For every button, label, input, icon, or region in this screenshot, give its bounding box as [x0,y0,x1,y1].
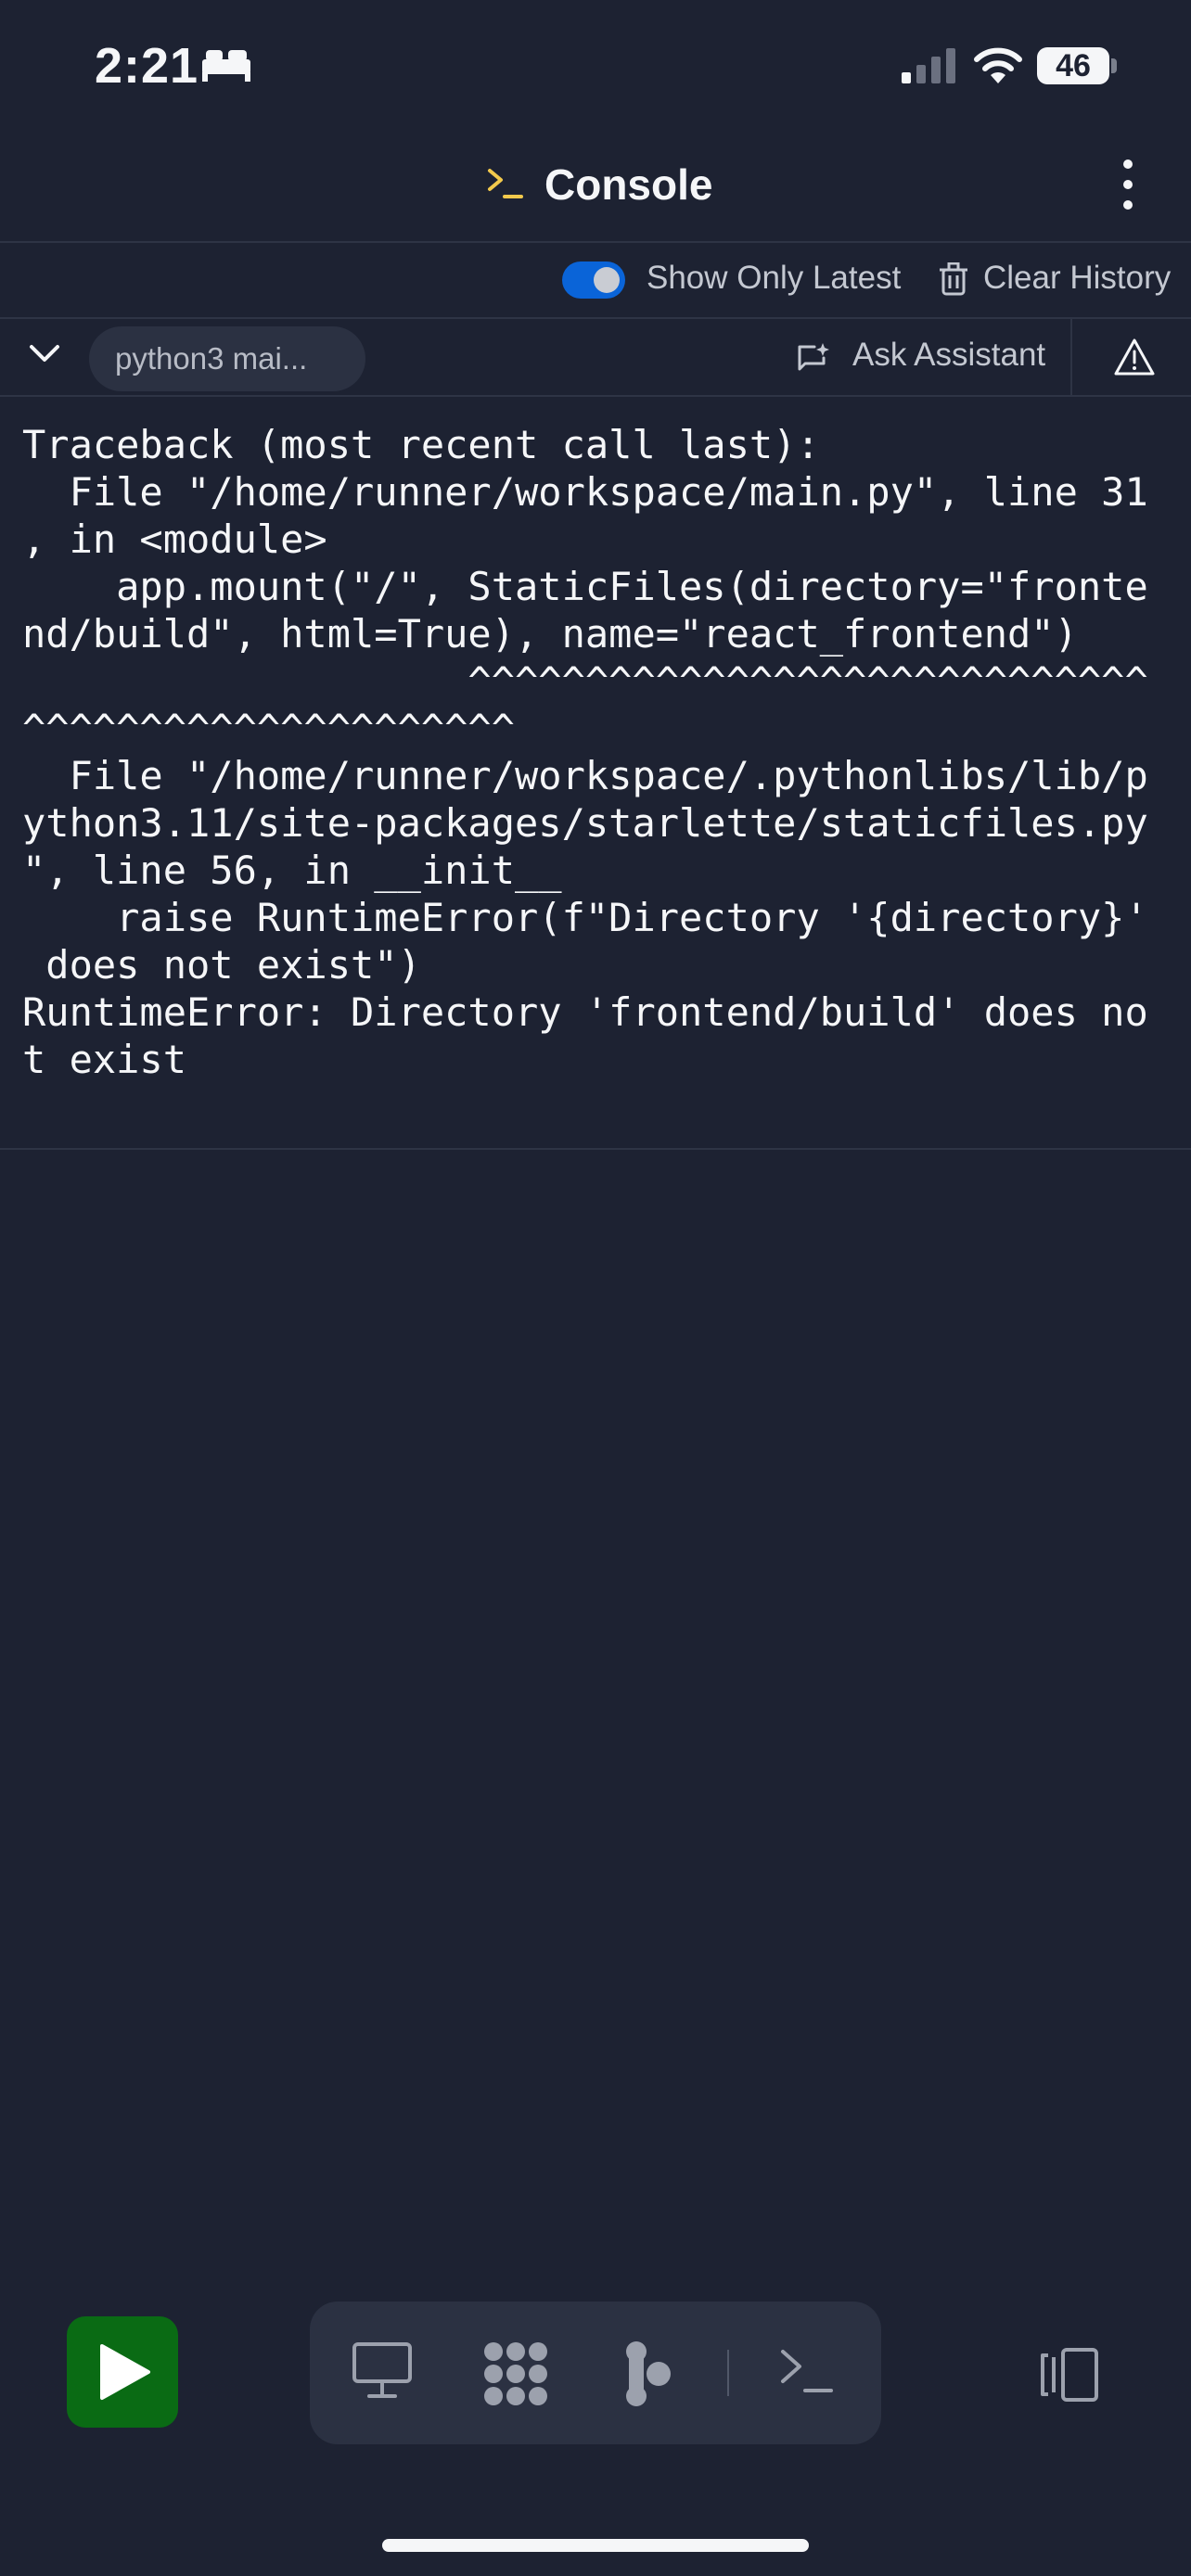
panel-layout-icon[interactable] [1035,2346,1102,2404]
trash-icon[interactable] [939,262,968,296]
warning-triangle-icon[interactable] [1113,338,1156,376]
show-only-latest-toggle[interactable] [562,261,625,299]
cellular-signal-icon [902,48,955,83]
tool-tabs [310,2302,881,2444]
status-bar: 2:21 46 [0,0,1191,139]
chat-sparkle-icon [798,343,829,371]
terminal-prompt-icon [488,169,523,198]
agent-icon[interactable] [623,2340,675,2407]
clear-history-button[interactable]: Clear History [983,260,1171,297]
header: Console [0,139,1191,241]
run-button[interactable] [67,2316,178,2428]
more-vertical-icon[interactable] [1109,159,1146,219]
show-only-latest-label: Show Only Latest [647,260,902,296]
wifi-icon [974,47,1022,83]
ask-assistant-button[interactable]: Ask Assistant [852,337,1045,374]
tool-separator [727,2350,729,2396]
row-separator [1070,319,1072,395]
battery-indicator: 46 [1037,47,1109,84]
process-selector[interactable]: python3 mai... [89,326,365,391]
process-divider [0,395,1191,397]
header-divider [0,241,1191,243]
battery-tip [1111,58,1117,73]
page-title: Console [544,160,713,209]
status-time: 2:21 [95,38,199,94]
chevron-down-icon[interactable] [26,341,63,365]
console-output: Traceback (most recent call last): File … [22,422,1148,1082]
home-indicator [382,2539,809,2552]
monitor-icon[interactable] [351,2340,414,2402]
bed-icon [202,50,250,82]
toolbar-divider [0,317,1191,319]
output-divider [0,1148,1191,1150]
terminal-prompt-icon[interactable] [779,2346,835,2398]
workflows-icon[interactable] [480,2340,551,2407]
play-icon [100,2344,150,2400]
